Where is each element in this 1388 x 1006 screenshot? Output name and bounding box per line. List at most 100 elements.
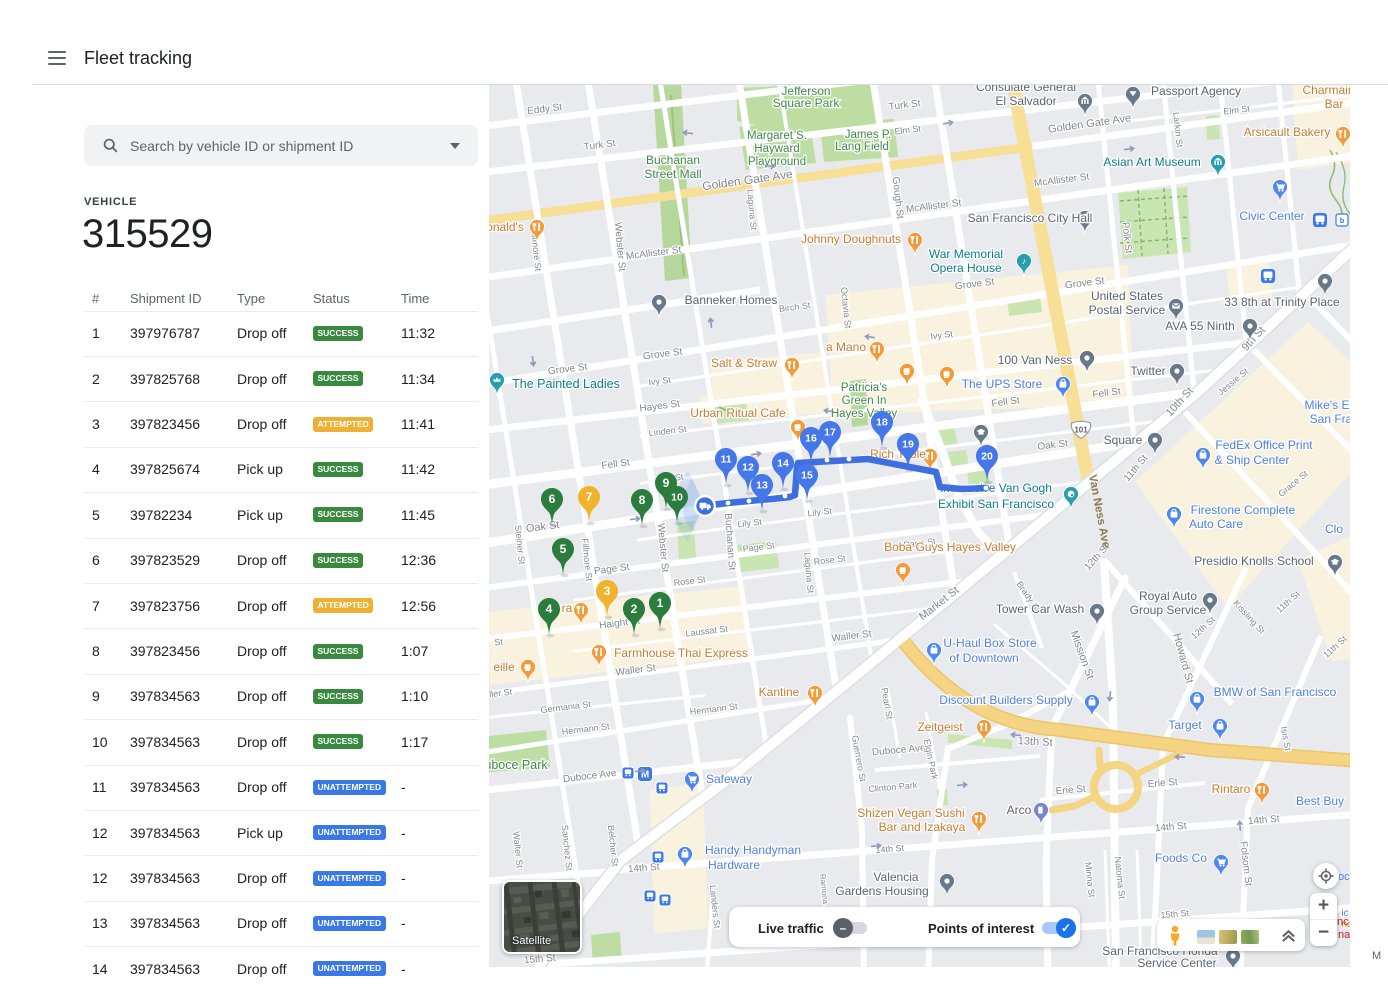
svg-text:Auto Care: Auto Care — [1189, 517, 1243, 531]
svg-text:Buchanan: Buchanan — [646, 153, 700, 167]
svg-text:Foods Co: Foods Co — [1155, 851, 1207, 865]
svg-text:eille: eille — [493, 660, 515, 674]
svg-text:Tower Car Wash: Tower Car Wash — [996, 602, 1084, 616]
svg-text:Opera House: Opera House — [930, 261, 1002, 275]
svg-text:U-Haul Box Store: U-Haul Box Store — [943, 636, 1037, 650]
svg-text:oc: oc — [1338, 871, 1350, 883]
svg-text:onald's: onald's — [489, 220, 524, 234]
svg-text:Square Park: Square Park — [773, 96, 841, 110]
svg-text:nc: nc — [1337, 916, 1349, 928]
svg-text:13th St: 13th St — [1017, 735, 1052, 749]
svg-text:6: 6 — [549, 492, 556, 506]
svg-text:Civic Center: Civic Center — [1239, 209, 1304, 223]
svg-text:Gardens Housing: Gardens Housing — [835, 884, 928, 898]
svg-text:18: 18 — [876, 417, 888, 429]
svg-text:ra: ra — [562, 601, 573, 615]
svg-text:Clo: Clo — [1325, 522, 1343, 536]
svg-text:Rintaro: Rintaro — [1212, 782, 1251, 796]
svg-text:5: 5 — [560, 542, 567, 556]
svg-text:Salt & Straw: Salt & Straw — [711, 356, 777, 370]
svg-text:Green In: Green In — [842, 395, 887, 407]
svg-text:Mike's E: Mike's E — [1305, 398, 1350, 412]
svg-text:Arsicault Bakery: Arsicault Bakery — [1244, 125, 1331, 139]
svg-text:10: 10 — [671, 492, 683, 504]
svg-text:BMW of San Francisco: BMW of San Francisco — [1214, 685, 1337, 699]
svg-text:Postal Service: Postal Service — [1089, 303, 1166, 317]
svg-text:Valencia: Valencia — [873, 870, 918, 884]
svg-text:Presidio Knolls School: Presidio Knolls School — [1194, 554, 1313, 568]
svg-text:Lang Field: Lang Field — [835, 141, 889, 153]
svg-text:3: 3 — [604, 584, 611, 598]
svg-text:James P.: James P. — [845, 129, 891, 141]
svg-text:Square: Square — [1104, 433, 1143, 447]
svg-text:El Salvador: El Salvador — [995, 94, 1056, 108]
svg-text:9: 9 — [663, 476, 670, 490]
svg-text:Passport Agency: Passport Agency — [1151, 85, 1241, 98]
svg-text:19: 19 — [902, 439, 914, 451]
svg-text:100 Van Ness: 100 Van Ness — [998, 353, 1073, 367]
svg-text:Street Mall: Street Mall — [644, 167, 701, 181]
svg-text:uboce Park: uboce Park — [489, 758, 548, 772]
svg-text:Hayward: Hayward — [754, 143, 799, 155]
svg-text:War Memorial: War Memorial — [929, 247, 1003, 261]
svg-text:Bar: Bar — [1325, 97, 1344, 111]
svg-text:& Ship Center: & Ship Center — [1215, 453, 1290, 467]
svg-text:Group Service: Group Service — [1130, 603, 1207, 617]
svg-text:Zeitgeist: Zeitgeist — [917, 720, 963, 734]
svg-text:Best Buy: Best Buy — [1296, 794, 1344, 808]
svg-text:33 8th at Trinity Place: 33 8th at Trinity Place — [1224, 295, 1340, 309]
svg-text:Consulate General: Consulate General — [976, 85, 1076, 94]
svg-text:Exhibit San Francisco: Exhibit San Francisco — [938, 497, 1054, 511]
svg-text:♪: ♪ — [1022, 256, 1027, 266]
svg-text:14: 14 — [777, 458, 789, 470]
svg-text:United States: United States — [1091, 289, 1163, 303]
svg-text:St: St — [494, 636, 504, 647]
svg-text:4: 4 — [546, 602, 553, 616]
svg-text:7: 7 — [586, 490, 593, 504]
svg-text:The Painted Ladies: The Painted Ladies — [512, 377, 620, 391]
svg-text:Bar and Izakaya: Bar and Izakaya — [879, 820, 966, 834]
svg-text:2: 2 — [631, 602, 638, 616]
svg-text:15: 15 — [801, 470, 813, 482]
svg-text:na: na — [1338, 929, 1350, 941]
svg-text:Johnny Doughnuts: Johnny Doughnuts — [801, 232, 901, 246]
svg-text:Boba Guys Hayes Valley: Boba Guys Hayes Valley — [884, 540, 1016, 554]
svg-text:Margaret S.: Margaret S. — [747, 130, 807, 142]
svg-text:FedEx Office Print: FedEx Office Print — [1215, 438, 1313, 452]
svg-text:of Downtown: of Downtown — [949, 651, 1018, 665]
svg-text:1: 1 — [657, 596, 664, 610]
svg-text:Twitter: Twitter — [1130, 364, 1165, 378]
svg-text:Farmhouse Thai Express: Farmhouse Thai Express — [614, 646, 748, 660]
svg-text:San Fra: San Fra — [1310, 412, 1350, 426]
svg-text:8: 8 — [639, 493, 646, 507]
svg-text:Hardware: Hardware — [708, 858, 760, 872]
svg-text:Service Center: Service Center — [1137, 956, 1216, 967]
svg-text:San Francisco City Hall: San Francisco City Hall — [968, 211, 1093, 225]
svg-text:Urban Ritual Cafe: Urban Ritual Cafe — [690, 406, 786, 420]
svg-text:Royal Auto: Royal Auto — [1139, 589, 1197, 603]
svg-text:The UPS Store: The UPS Store — [962, 377, 1043, 391]
svg-text:101: 101 — [1074, 426, 1088, 435]
svg-text:Charmaine': Charmaine' — [1303, 85, 1350, 97]
svg-text:AVA 55 Ninth: AVA 55 Ninth — [1165, 319, 1235, 333]
svg-text:Target: Target — [1168, 718, 1202, 732]
svg-text:b: b — [1340, 216, 1345, 225]
svg-text:Discount Builders Supply: Discount Builders Supply — [939, 693, 1072, 707]
svg-text:16: 16 — [805, 433, 817, 445]
svg-text:12: 12 — [742, 462, 754, 474]
svg-text:11: 11 — [720, 454, 731, 466]
svg-text:Patricia's: Patricia's — [841, 382, 888, 394]
svg-text:Banneker Homes: Banneker Homes — [685, 293, 778, 307]
svg-text:13: 13 — [756, 480, 768, 492]
svg-text:17: 17 — [824, 427, 836, 439]
svg-text:Asian Art Museum: Asian Art Museum — [1103, 155, 1200, 169]
svg-text:Shizen Vegan Sushi: Shizen Vegan Sushi — [857, 806, 964, 820]
svg-text:Safeway: Safeway — [706, 772, 752, 786]
svg-text:Kantine: Kantine — [759, 685, 800, 699]
svg-text:a Mano: a Mano — [826, 340, 866, 354]
svg-text:Arco: Arco — [1007, 803, 1032, 817]
svg-text:Playground: Playground — [748, 156, 806, 168]
svg-text:20: 20 — [981, 451, 993, 463]
svg-text:Handy Handyman: Handy Handyman — [705, 843, 801, 857]
svg-text:Firestone Complete: Firestone Complete — [1191, 503, 1296, 517]
